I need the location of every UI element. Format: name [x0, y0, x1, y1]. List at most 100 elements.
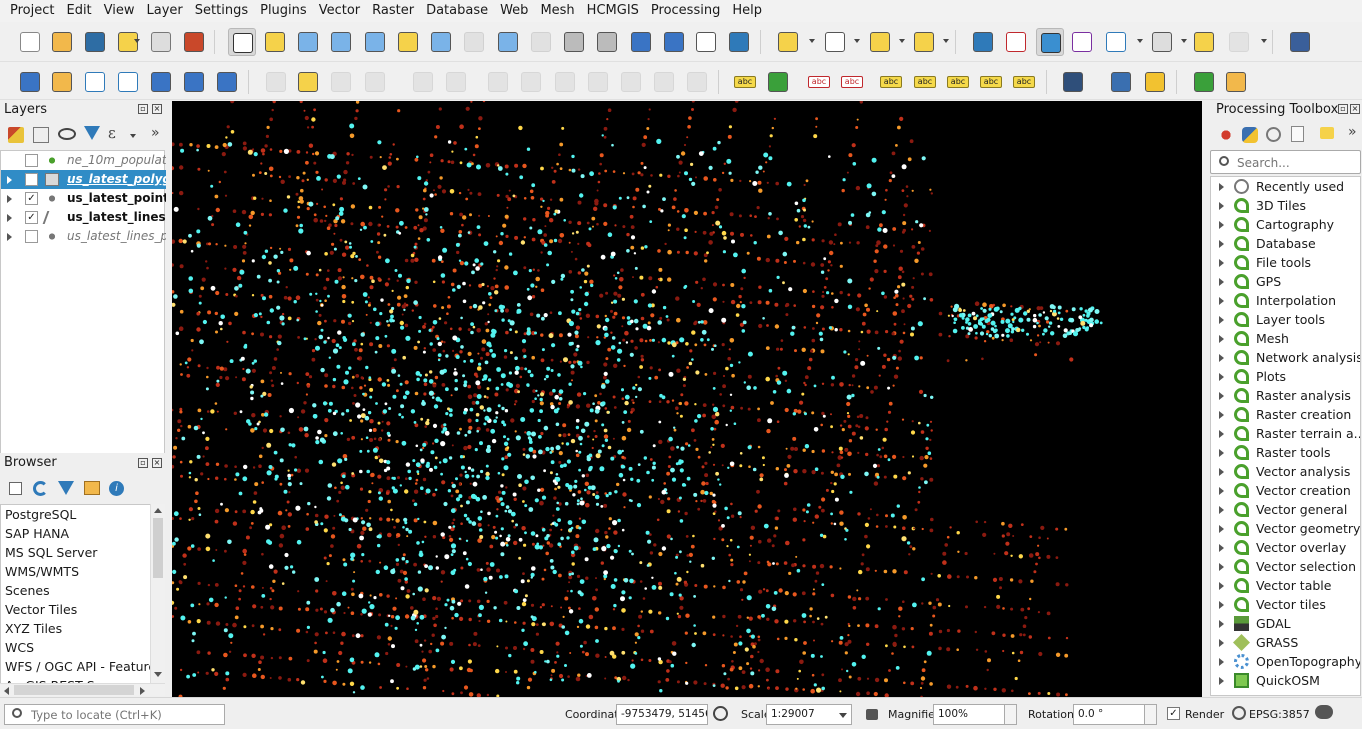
models-icon[interactable] — [1218, 127, 1234, 143]
expand-arrow-icon[interactable] — [1219, 392, 1224, 400]
browser-item[interactable]: MS SQL Server — [5, 543, 97, 562]
quickosm-button[interactable] — [1190, 68, 1218, 96]
select-location-button[interactable] — [910, 28, 938, 56]
identify-features-button[interactable] — [969, 28, 997, 56]
menu-database[interactable]: Database — [420, 0, 494, 22]
toolbox-group-item[interactable]: Recently used — [1211, 177, 1360, 196]
layer-visibility-checkbox[interactable] — [25, 154, 38, 167]
digitize-trace-button[interactable] — [114, 68, 142, 96]
new-shapefile-layer-button[interactable] — [48, 68, 76, 96]
expand-arrow-icon[interactable] — [1219, 335, 1224, 343]
toggle-extents-icon[interactable] — [713, 706, 728, 721]
toolbox-group-item[interactable]: Vector tiles — [1211, 595, 1360, 614]
refresh-icon[interactable] — [33, 481, 48, 496]
new-temporary-layer-button[interactable] — [147, 68, 175, 96]
toolbox-group-item[interactable]: Vector table — [1211, 576, 1360, 595]
change-label-button[interactable]: abc — [1010, 68, 1038, 96]
python-console-button[interactable] — [1107, 68, 1135, 96]
messages-icon[interactable] — [1315, 705, 1333, 719]
browser-item[interactable]: WMS/WMTS — [5, 562, 79, 581]
zoom-in-button[interactable] — [294, 28, 322, 56]
browser-item[interactable]: XYZ Tiles — [5, 619, 62, 638]
map-tips-button[interactable] — [1190, 28, 1218, 56]
browser-item[interactable]: Vector Tiles — [5, 600, 77, 619]
redo-button[interactable] — [650, 68, 678, 96]
rotation-field[interactable]: 0.0 ° — [1073, 704, 1145, 725]
history-icon[interactable] — [1266, 127, 1281, 142]
expand-arrow-icon[interactable] — [1219, 563, 1224, 571]
render-checkbox[interactable]: ✓ — [1167, 707, 1180, 720]
toolbox-group-item[interactable]: Mesh — [1211, 329, 1360, 348]
expand-arrow-icon[interactable] — [1219, 316, 1224, 324]
python-icon[interactable] — [1242, 127, 1258, 143]
label-highlight-button[interactable]: abc — [838, 68, 866, 96]
new-gpx-layer-button[interactable] — [213, 68, 241, 96]
delete-selected-button[interactable] — [484, 68, 512, 96]
new-project-button[interactable] — [16, 28, 44, 56]
toolbox-group-item[interactable]: Plots — [1211, 367, 1360, 386]
redo2-button[interactable] — [683, 68, 711, 96]
eye-icon[interactable] — [58, 128, 76, 140]
open-street-view-button[interactable] — [1059, 68, 1087, 96]
plugin-bolt-button[interactable] — [1141, 68, 1169, 96]
layer-item[interactable]: ✓ us_latest_points — [1, 189, 166, 208]
toolbox-group-item[interactable]: Vector general — [1211, 500, 1360, 519]
toolbox-group-item[interactable]: Layer tools — [1211, 310, 1360, 329]
float-panel-button[interactable]: ▫ — [138, 458, 148, 468]
expand-arrow-icon[interactable] — [1219, 639, 1224, 647]
browser-item[interactable]: WFS / OGC API - Features — [5, 657, 163, 676]
layer-visibility-checkbox[interactable]: ✓ — [25, 192, 38, 205]
magnifier-spinner[interactable] — [1004, 704, 1017, 725]
new-3d-map-view-button[interactable] — [593, 28, 621, 56]
expand-arrow-icon[interactable] — [1219, 411, 1224, 419]
magnifier-field[interactable]: 100% — [933, 704, 1005, 725]
toolbox-search-box[interactable] — [1210, 150, 1361, 174]
toolbox-group-item[interactable]: Raster tools — [1211, 443, 1360, 462]
close-panel-button[interactable]: × — [1350, 104, 1360, 114]
browser-item[interactable]: Scenes — [5, 581, 50, 600]
toolbox-search-input[interactable] — [1237, 154, 1357, 171]
toolbox-group-item[interactable]: Interpolation — [1211, 291, 1360, 310]
help-button[interactable] — [1286, 28, 1314, 56]
locator-bar[interactable] — [4, 704, 225, 725]
menu-help[interactable]: Help — [726, 0, 768, 22]
rotation-spinner[interactable] — [1144, 704, 1157, 725]
float-panel-button[interactable]: ▫ — [138, 104, 148, 114]
lock-icon[interactable] — [866, 709, 878, 720]
style-manager-icon[interactable] — [8, 127, 24, 143]
map-canvas[interactable] — [172, 101, 1202, 697]
layer-item[interactable]: us_latest_lines_po — [1, 227, 166, 246]
expand-arrow-icon[interactable] — [7, 233, 12, 241]
label-tool-button[interactable]: abc — [731, 68, 759, 96]
browser-tree[interactable]: PostgreSQL SAP HANA MS SQL Server WMS/WMTS S… — [0, 504, 165, 696]
browser-item[interactable]: SAP HANA — [5, 524, 69, 543]
expand-arrow-icon[interactable] — [7, 176, 12, 184]
layer-visibility-checkbox[interactable] — [25, 173, 38, 186]
layer-item[interactable]: us_latest_polygor — [1, 170, 166, 189]
deselect-button[interactable] — [866, 28, 894, 56]
toolbox-group-item[interactable]: Cartography — [1211, 215, 1360, 234]
chevron-down-icon[interactable] — [854, 39, 860, 43]
locator-input[interactable] — [31, 706, 221, 723]
style-manager-button[interactable] — [180, 28, 208, 56]
toolbox-group-item[interactable]: GPS — [1211, 272, 1360, 291]
layer-item[interactable]: ne_10m_populate — [1, 151, 166, 170]
toolbox-group-item[interactable]: GRASS — [1211, 633, 1360, 652]
pan-button[interactable] — [228, 28, 256, 56]
toolbox-group-item[interactable]: GDAL — [1211, 614, 1360, 633]
expand-arrow-icon[interactable] — [1219, 278, 1224, 286]
save-edits-button[interactable] — [327, 68, 355, 96]
menu-raster[interactable]: Raster — [366, 0, 420, 22]
new-geopackage-layer-button[interactable] — [16, 68, 44, 96]
expand-arrow-icon[interactable] — [1219, 202, 1224, 210]
crs-globe-icon[interactable] — [1232, 706, 1246, 720]
pin-label-button[interactable]: abc — [877, 68, 905, 96]
expand-arrow-icon[interactable] — [7, 214, 12, 222]
expand-arrow-icon[interactable] — [1219, 544, 1224, 552]
refresh-button[interactable] — [725, 28, 753, 56]
crs-label[interactable]: EPSG:3857 — [1249, 708, 1310, 721]
chevron-down-icon[interactable] — [1261, 39, 1267, 43]
menu-edit[interactable]: Edit — [60, 0, 97, 22]
toolbox-group-item[interactable]: Vector analysis — [1211, 462, 1360, 481]
expand-arrow-icon[interactable] — [1219, 487, 1224, 495]
